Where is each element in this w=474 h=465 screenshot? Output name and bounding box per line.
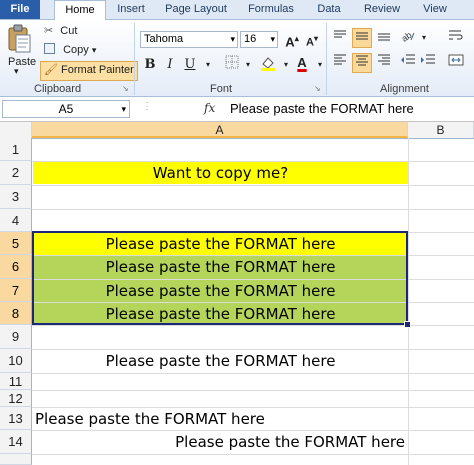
- cell-a13[interactable]: Please paste the FORMAT here: [35, 408, 408, 430]
- copy-label: Copy: [63, 44, 89, 56]
- paste-dropdown-icon[interactable]: ▾: [14, 66, 19, 77]
- fill-color-icon[interactable]: [258, 55, 278, 75]
- paste-icon[interactable]: [6, 24, 32, 54]
- tab-formulas[interactable]: Formulas: [240, 0, 302, 19]
- tab-data[interactable]: Data: [310, 0, 348, 19]
- italic-icon[interactable]: I: [160, 55, 180, 75]
- tab-home[interactable]: Home: [54, 0, 106, 21]
- gridline: [32, 390, 474, 391]
- orientation-dropdown-icon[interactable]: ▾: [414, 28, 434, 48]
- name-box-value: A5: [58, 102, 74, 116]
- row-header-5[interactable]: 5: [0, 232, 32, 255]
- increase-indent-icon[interactable]: [418, 53, 438, 73]
- row-header-11[interactable]: 11: [0, 373, 32, 390]
- font-name-dropdown-icon: ▾: [230, 34, 235, 44]
- paste-button[interactable]: Paste: [8, 56, 36, 68]
- gridline: [32, 454, 474, 455]
- cell-a14[interactable]: Please paste the FORMAT here: [33, 431, 405, 454]
- cell-a10[interactable]: Please paste the FORMAT here: [33, 350, 408, 373]
- font-size-select[interactable]: 16 ▾: [240, 31, 278, 48]
- row-header-4[interactable]: 4: [0, 209, 32, 232]
- cut-label: Cut: [60, 25, 78, 37]
- row-header-15[interactable]: [0, 454, 32, 465]
- alignment-group-label: Alignment: [380, 83, 429, 95]
- decrease-indent-icon[interactable]: [398, 53, 418, 73]
- wrap-text-icon[interactable]: [446, 28, 466, 48]
- format-painter-label: Format Painter: [61, 64, 134, 76]
- merge-center-icon[interactable]: [446, 53, 466, 73]
- cell-a6[interactable]: Please paste the FORMAT here: [33, 256, 408, 279]
- name-box-dropdown-icon[interactable]: ▾: [121, 101, 126, 117]
- ribbon-separator: [134, 23, 135, 95]
- cell-a8[interactable]: Please paste the FORMAT here: [33, 303, 408, 325]
- tab-review[interactable]: Review: [356, 0, 408, 19]
- align-bottom-icon[interactable]: [374, 28, 394, 48]
- ribbon: Paste ▾ ✂ Cut Copy ▾ 🖌 Format Painter Cl…: [0, 20, 474, 97]
- copy-dropdown-icon[interactable]: ▾: [92, 45, 97, 55]
- row-header-10[interactable]: 10: [0, 349, 32, 373]
- select-all-corner[interactable]: [0, 122, 32, 138]
- align-top-icon[interactable]: [330, 28, 350, 48]
- align-center-icon[interactable]: [352, 53, 372, 73]
- font-color-dropdown-icon[interactable]: ▾: [310, 55, 330, 75]
- fill-handle[interactable]: [404, 321, 411, 328]
- tab-page-layout[interactable]: Page Layout: [160, 0, 232, 19]
- cell-a7[interactable]: Please paste the FORMAT here: [33, 280, 408, 302]
- row-header-13[interactable]: 13: [0, 407, 32, 430]
- borders-dropdown-icon[interactable]: ▾: [238, 55, 258, 75]
- copy-button[interactable]: Copy ▾: [44, 43, 96, 56]
- align-right-icon[interactable]: [374, 53, 394, 73]
- tab-file[interactable]: File: [0, 0, 40, 19]
- gridline: [32, 209, 474, 210]
- row-header-12[interactable]: 12: [0, 390, 32, 407]
- font-size-value: 16: [244, 33, 257, 45]
- insert-function-icon[interactable]: fx: [204, 101, 215, 115]
- cut-button[interactable]: ✂ Cut: [44, 24, 77, 37]
- scissors-icon: ✂: [44, 25, 54, 37]
- tab-insert[interactable]: Insert: [108, 0, 154, 19]
- row-header-2[interactable]: 2: [0, 161, 32, 185]
- shrink-font-icon[interactable]: A▾: [302, 29, 322, 49]
- font-size-dropdown-icon: ▾: [270, 34, 275, 44]
- bold-icon[interactable]: B: [140, 55, 160, 75]
- row-header-9[interactable]: 9: [0, 325, 32, 349]
- row-header-7[interactable]: 7: [0, 279, 32, 302]
- underline-dropdown-icon[interactable]: ▾: [198, 55, 218, 75]
- gridline: [32, 185, 474, 186]
- font-name-select[interactable]: Tahoma ▾: [140, 31, 238, 48]
- font-group-label: Font: [210, 83, 233, 95]
- align-middle-icon[interactable]: [352, 28, 372, 48]
- ribbon-separator: [326, 23, 327, 95]
- align-left-icon[interactable]: [330, 53, 350, 73]
- formula-bar-grip-icon: ⋮: [142, 101, 152, 112]
- tab-view[interactable]: View: [416, 0, 454, 19]
- svg-text:ab: ab: [400, 30, 414, 42]
- font-color-icon[interactable]: A: [292, 53, 312, 73]
- font-name-value: Tahoma: [144, 33, 184, 45]
- formula-bar: A5 ▾ ⋮ fx Please paste the FORMAT here: [0, 97, 474, 122]
- format-painter-button[interactable]: 🖌 Format Painter: [40, 61, 138, 81]
- gridline: [32, 373, 474, 374]
- clipboard-group-label: Clipboard: [34, 83, 82, 95]
- clipboard-dialog-launcher-icon[interactable]: ↘: [122, 84, 129, 93]
- grow-font-icon[interactable]: A▴: [282, 29, 302, 49]
- cell-a2[interactable]: Want to copy me?: [33, 162, 408, 184]
- font-dialog-launcher-icon[interactable]: ↘: [314, 84, 321, 93]
- column-header-a[interactable]: A: [32, 122, 408, 138]
- row-header-3[interactable]: 3: [0, 185, 32, 209]
- row-header-6[interactable]: 6: [0, 255, 32, 279]
- row-header-8[interactable]: 8: [0, 302, 32, 325]
- paintbrush-icon: 🖌: [44, 64, 58, 76]
- copy-icon: [44, 43, 55, 54]
- name-box[interactable]: A5 ▾: [2, 100, 130, 118]
- row-header-14[interactable]: 14: [0, 430, 32, 454]
- cell-a5[interactable]: Please paste the FORMAT here: [33, 233, 408, 255]
- column-header-bar: A B: [0, 122, 474, 139]
- underline-icon[interactable]: U: [180, 55, 200, 75]
- column-header-b[interactable]: B: [408, 122, 474, 138]
- row-header-1[interactable]: 1: [0, 138, 32, 161]
- formula-input[interactable]: Please paste the FORMAT here: [230, 101, 414, 116]
- ribbon-tab-bar: File Home Insert Page Layout Formulas Da…: [0, 0, 474, 21]
